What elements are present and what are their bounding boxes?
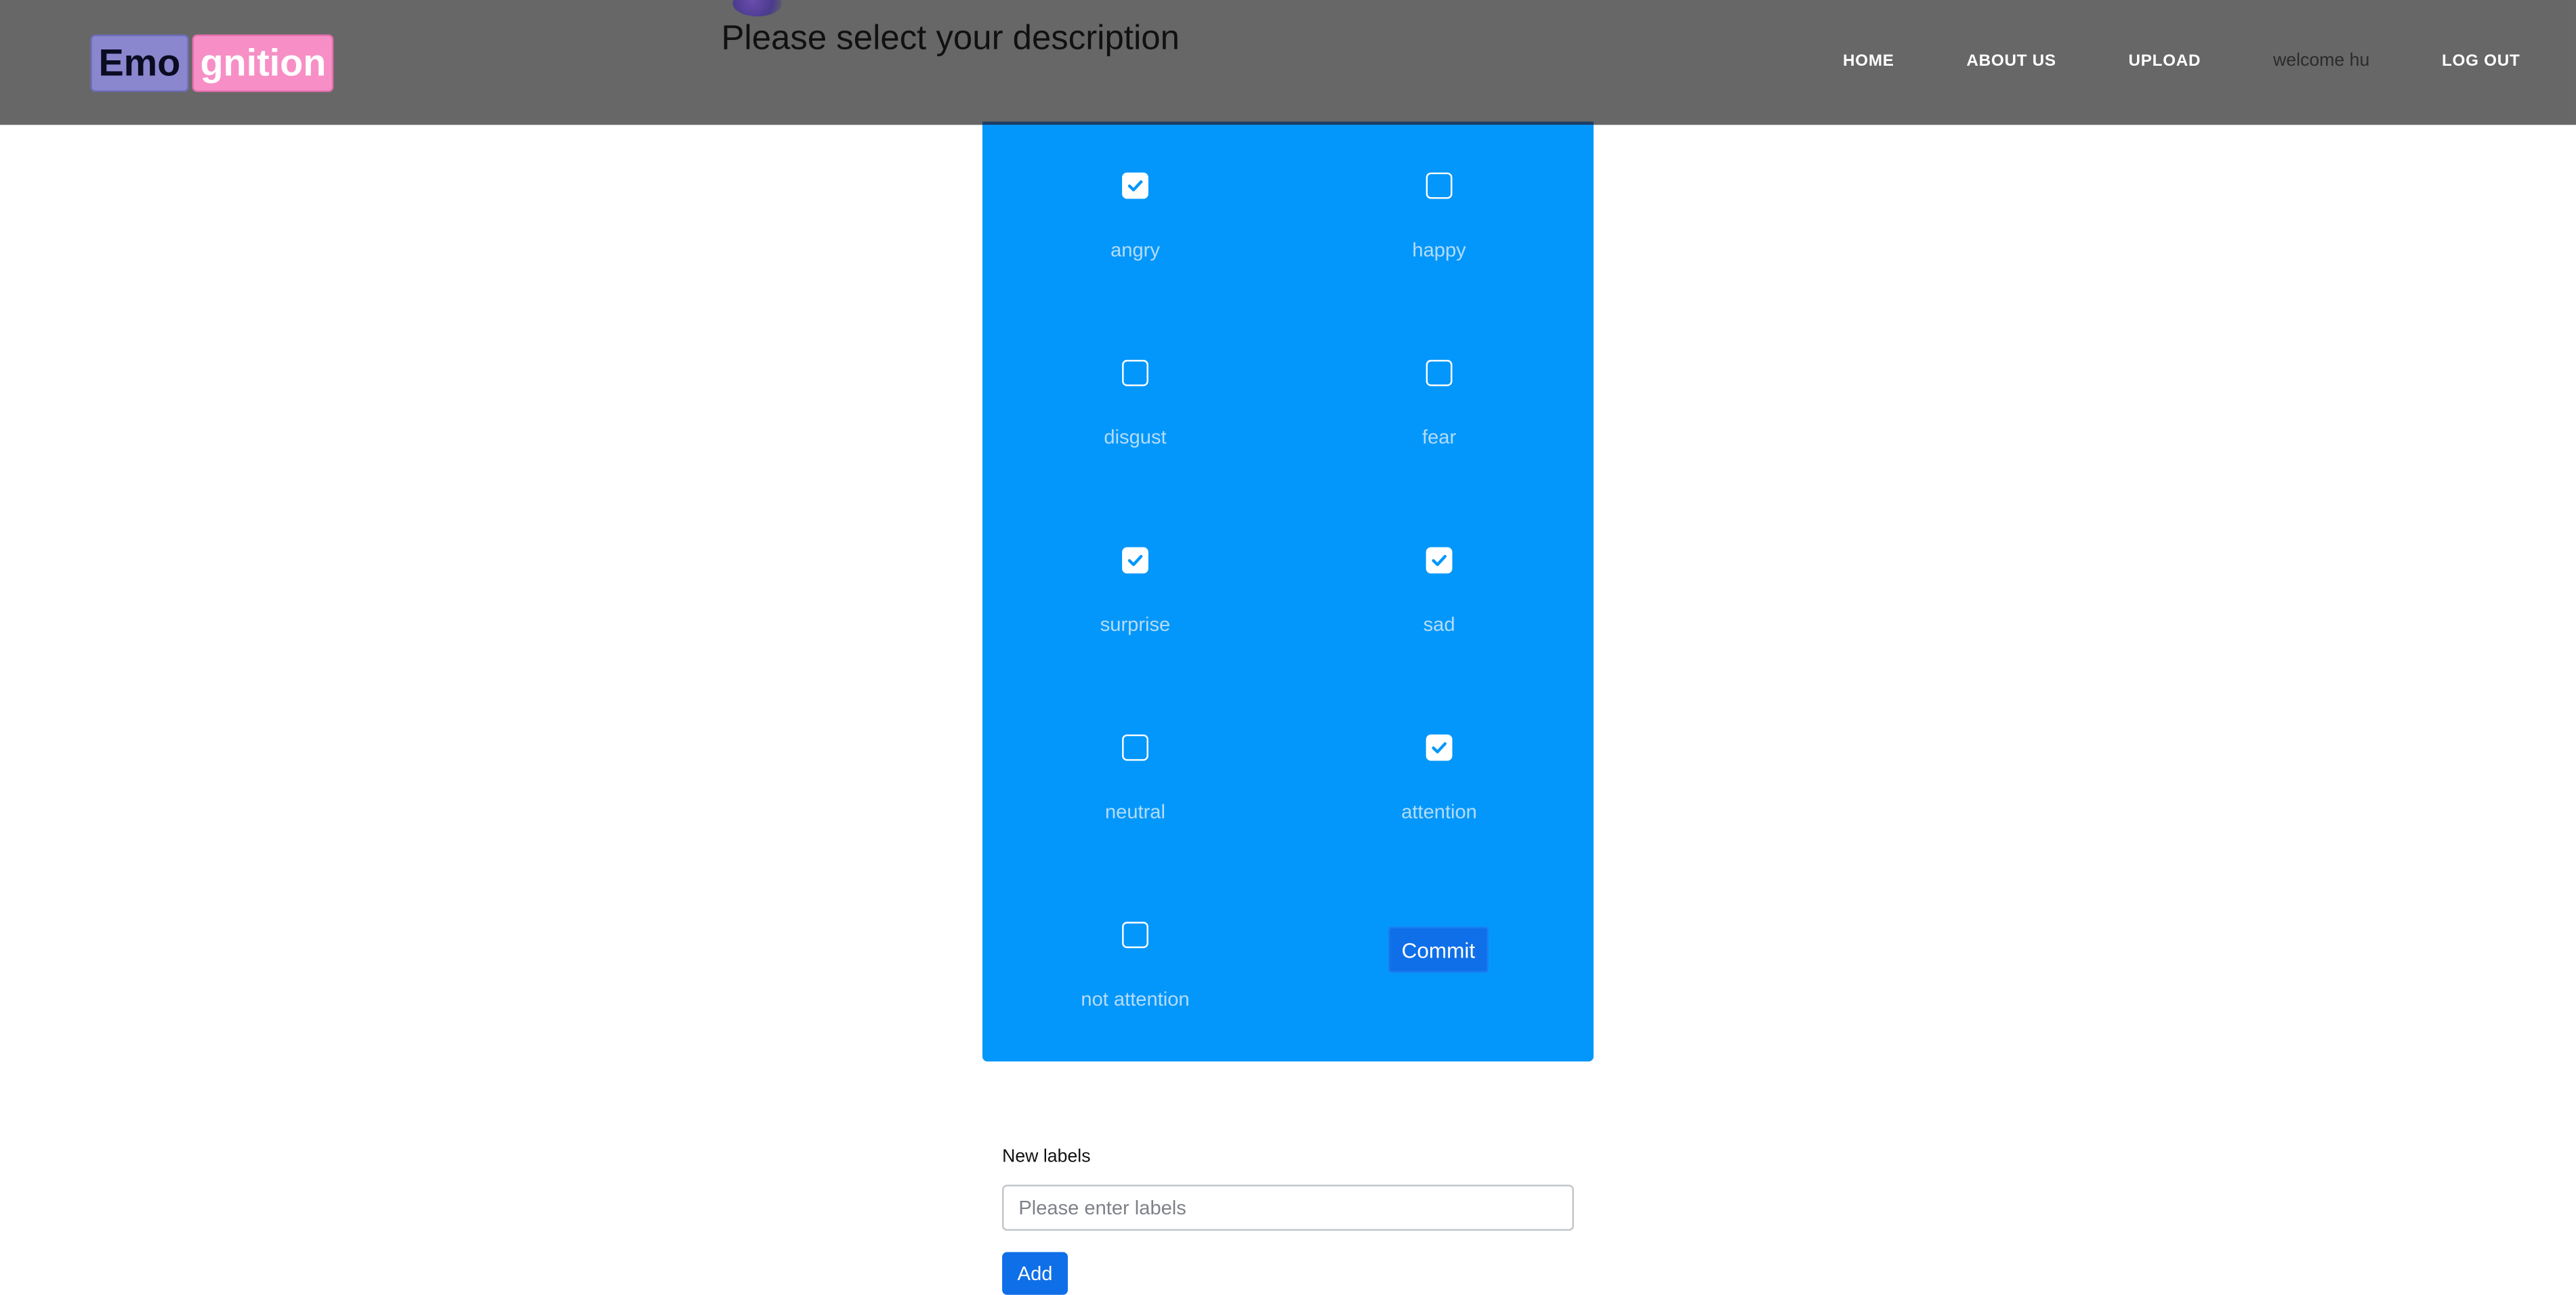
checkbox-surprise[interactable] [1122, 547, 1148, 574]
option-label: neutral [1104, 800, 1165, 823]
page-title: Please select your description [721, 20, 1180, 58]
option-not-attention[interactable]: not attention [1020, 922, 1250, 1010]
option-sad[interactable]: sad [1324, 547, 1554, 636]
option-label: angry [1110, 238, 1160, 262]
checkbox-attention[interactable] [1426, 734, 1453, 761]
option-label: surprise [1100, 613, 1171, 636]
option-label: attention [1401, 800, 1477, 823]
checkbox-fear[interactable] [1426, 360, 1453, 386]
option-attention[interactable]: attention [1324, 734, 1554, 823]
option-happy[interactable]: happy [1324, 172, 1554, 262]
option-fear[interactable]: fear [1324, 360, 1554, 449]
commit-button[interactable]: Commit [1388, 926, 1489, 973]
checkbox-angry[interactable] [1122, 172, 1148, 199]
option-label: disgust [1104, 426, 1167, 449]
check-icon [1432, 554, 1447, 567]
nav-home-link[interactable]: HOME [1843, 52, 1894, 70]
option-label: happy [1412, 238, 1466, 262]
nav-menu: HOME ABOUT US UPLOAD welcome hu LOG OUT [1770, 51, 2520, 70]
logo[interactable]: Emo gnition [90, 34, 335, 92]
logo-gnition: gnition [192, 34, 335, 92]
new-labels-label: New labels [1002, 1147, 1091, 1167]
option-disgust[interactable]: disgust [1020, 360, 1250, 449]
decorative-blob [732, 0, 783, 17]
option-surprise[interactable]: surprise [1020, 547, 1250, 636]
welcome-text: welcome hu [2272, 51, 2370, 71]
option-label: sad [1423, 613, 1455, 636]
option-angry[interactable]: angry [1020, 172, 1250, 262]
description-panel: angry happy disgust fear surprise sad ne… [982, 121, 1594, 1062]
nav-upload-link[interactable]: UPLOAD [2129, 52, 2201, 70]
checkbox-sad[interactable] [1426, 547, 1453, 574]
checkbox-not-attention[interactable] [1122, 922, 1148, 949]
option-label: not attention [1081, 987, 1190, 1011]
page: Emo gnition Please select your descripti… [0, 0, 2576, 1295]
logo-emo: Emo [90, 34, 189, 92]
checkbox-disgust[interactable] [1122, 360, 1148, 386]
checkbox-happy[interactable] [1426, 172, 1453, 199]
checkbox-neutral[interactable] [1122, 734, 1148, 761]
navbar: Emo gnition Please select your descripti… [0, 0, 2576, 125]
new-labels-input[interactable] [1002, 1185, 1574, 1231]
nav-logout-link[interactable]: LOG OUT [2442, 52, 2520, 70]
option-label: fear [1421, 426, 1457, 449]
add-button[interactable]: Add [1002, 1252, 1068, 1295]
check-icon [1127, 554, 1143, 567]
check-icon [1432, 742, 1447, 754]
nav-about-link[interactable]: ABOUT US [1966, 52, 2056, 70]
check-icon [1127, 180, 1143, 192]
option-neutral[interactable]: neutral [1020, 734, 1250, 823]
